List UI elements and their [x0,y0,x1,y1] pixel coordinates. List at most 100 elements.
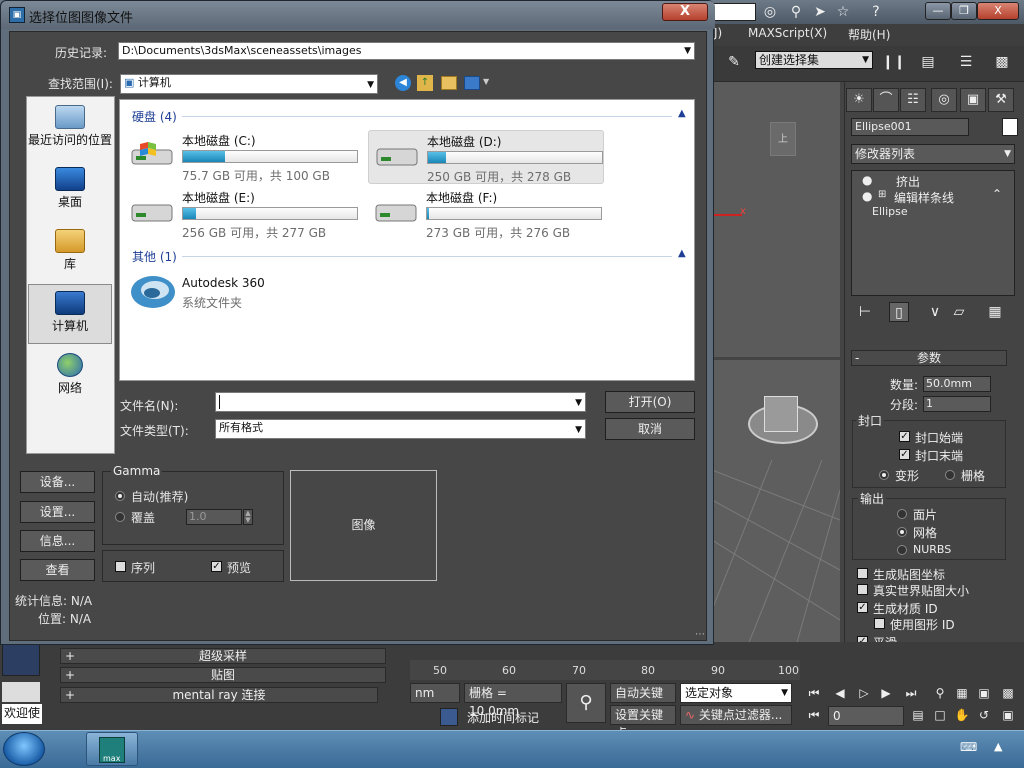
show-end-result-icon[interactable]: ▯ [889,302,909,322]
sequence-checkbox[interactable] [115,561,126,572]
group-header-drives[interactable]: 硬盘 (4) [132,108,177,125]
current-frame-spinner[interactable]: 0 [828,706,904,726]
max-search-input[interactable] [712,3,756,21]
pin-stack-icon[interactable]: ⊢ [855,302,875,322]
gamma-value-spinner[interactable]: 1.0 [186,509,242,525]
keyboard-icon[interactable]: ⌨ [960,740,977,754]
key-filters-button[interactable]: ∿ 关键点过滤器... [680,705,792,725]
lightbulb-icon[interactable]: ● [862,173,872,187]
drive-f[interactable]: 本地磁盘 (F:) 273 GB 可用，共 276 GB [368,187,604,241]
orbit-icon[interactable]: ↺ [974,706,994,724]
max-restore-button[interactable]: ❐ [951,2,977,20]
drive-e[interactable]: 本地磁盘 (E:) 256 GB 可用，共 277 GB [124,187,360,241]
star-icon[interactable]: ☆ [833,2,853,22]
new-folder-icon[interactable] [441,76,457,90]
set-key-button[interactable]: 设置关键点 [610,705,676,740]
rollout-maps[interactable]: + 贴图 [60,667,386,683]
create-tab-icon[interactable]: ☀ [846,88,872,112]
patch-radio[interactable] [897,509,907,519]
gen-matid-checkbox[interactable]: ✓ [857,602,868,613]
modifier-list-dropdown[interactable]: 修改器列表 ▼ [851,144,1015,164]
maximize-viewport-icon[interactable]: ▣ [998,706,1018,724]
rollout-mentalray[interactable]: + mental ray 连接 [60,687,378,703]
grid-radio[interactable] [945,470,955,480]
morph-radio[interactable] [879,470,889,480]
layout-grid-icon[interactable] [2,644,40,676]
make-unique-icon[interactable]: ∨ [925,302,945,322]
curve-editor-icon[interactable]: ▩ [992,52,1012,72]
tray-arrow-icon[interactable]: ▲ [994,740,1002,753]
auto-key-button[interactable]: 自动关键点 [610,683,676,718]
collapse-chevron-icon[interactable]: ▲ [678,248,686,259]
lightbulb-icon[interactable]: ● [862,189,872,203]
real-world-checkbox[interactable] [857,584,868,595]
set-key-mode-icon[interactable]: ⚲ [566,683,606,723]
binoculars-icon[interactable]: ◎ [760,2,780,22]
group-header-other[interactable]: 其他 (1) [132,248,177,265]
place-desktop[interactable]: 桌面 [28,161,112,221]
menu-item-maxscript[interactable]: MAXScript(X) [748,26,827,40]
help-icon[interactable]: ? [866,2,886,22]
view-menu-icon[interactable] [464,76,480,90]
max-minimize-button[interactable]: — [925,2,951,20]
named-selection-set-dropdown[interactable]: 创建选择集 ▼ [755,51,873,69]
place-recent[interactable]: 最近访问的位置 [28,99,112,159]
devices-button[interactable]: 设备... [20,471,95,493]
max-close-button[interactable]: X [977,2,1019,20]
next-frame-icon[interactable]: ▶ [876,684,896,702]
layers-icon[interactable]: ☰ [956,52,976,72]
gamma-override-radio[interactable] [115,512,125,522]
segments-spinner[interactable]: 1 [923,396,991,412]
place-network[interactable]: 网络 [28,347,112,407]
play-icon[interactable]: ▷ [854,684,874,702]
back-icon[interactable]: ◀ [395,75,411,91]
cap-end-checkbox[interactable]: ✓ [899,449,910,460]
expand-plus-icon[interactable]: ⊞ [878,189,886,200]
goto-end-icon[interactable]: ⏭ [901,684,921,702]
chevron-up-icon[interactable]: ⌃ [992,187,1002,201]
amount-spinner[interactable]: 50.0mm [923,376,991,392]
lookin-dropdown[interactable]: ▣ 计算机 ▼ [120,74,378,94]
menu-item-help[interactable]: 帮助(H) [848,26,890,43]
modify-tab-icon[interactable]: ⌒ [873,88,899,112]
rollout-supersampling[interactable]: + 超级采样 [60,648,386,664]
viewport-perspective[interactable] [712,360,840,660]
cap-start-checkbox[interactable]: ✓ [899,431,910,442]
up-folder-icon[interactable]: ↑ [417,75,433,91]
edit-named-selection-icon[interactable]: ✎ [724,52,744,72]
display-tab-icon[interactable]: ▣ [960,88,986,112]
taskbar-app-3dsmax[interactable]: max [86,732,138,766]
key-selection-dropdown[interactable]: 选定对象 ▼ [680,683,792,703]
stack-item-ellipse[interactable]: Ellipse [872,205,908,218]
timeline[interactable] [410,660,800,680]
use-shape-id-checkbox[interactable] [874,618,885,629]
stack-item-edit-spline[interactable]: 编辑样条线 [894,189,954,206]
pan-hand-icon[interactable]: ✋ [952,706,972,724]
autodesk-360-item[interactable]: Autodesk 360 系统文件夹 [124,270,360,316]
cancel-button[interactable]: 取消 [605,418,695,440]
key-mode-icon[interactable]: ⏮ [804,706,824,724]
spinner-arrows-icon[interactable]: ▲ ▼ [243,509,253,525]
viewcube-top[interactable]: 上 [770,122,796,156]
goto-start-icon[interactable]: ⏮ [804,684,824,702]
field-of-view-icon[interactable]: □ [930,706,950,724]
welcome-field[interactable]: 欢迎使 [2,704,42,724]
align-icon[interactable]: ▤ [918,52,938,72]
start-button[interactable] [3,732,45,766]
viewport-top[interactable]: 上 x [712,82,840,357]
key-icon[interactable]: ⚲ [786,2,806,22]
utilities-tab-icon[interactable]: ⚒ [988,88,1014,112]
history-dropdown[interactable]: D:\Documents\3dsMax\sceneassets\images ▼ [118,42,695,60]
zoom-all-icon[interactable]: ▦ [952,684,972,702]
motion-tab-icon[interactable]: ◎ [931,88,957,112]
drive-c[interactable]: 本地磁盘 (C:) 75.7 GB 可用，共 100 GB [124,130,360,184]
pin-icon[interactable]: ➤ [810,2,830,22]
configure-sets-icon[interactable]: ▦ [985,302,1005,322]
params-rollout-title[interactable]: - 参数 [851,350,1007,366]
place-computer[interactable]: 计算机 [28,284,112,344]
view-button[interactable]: 查看 [20,559,95,581]
mirror-icon[interactable]: ❙❙ [882,52,905,72]
viewcube[interactable] [764,396,798,432]
zoom-extents-icon[interactable]: ▣ [974,684,994,702]
nurbs-radio[interactable] [897,545,907,555]
